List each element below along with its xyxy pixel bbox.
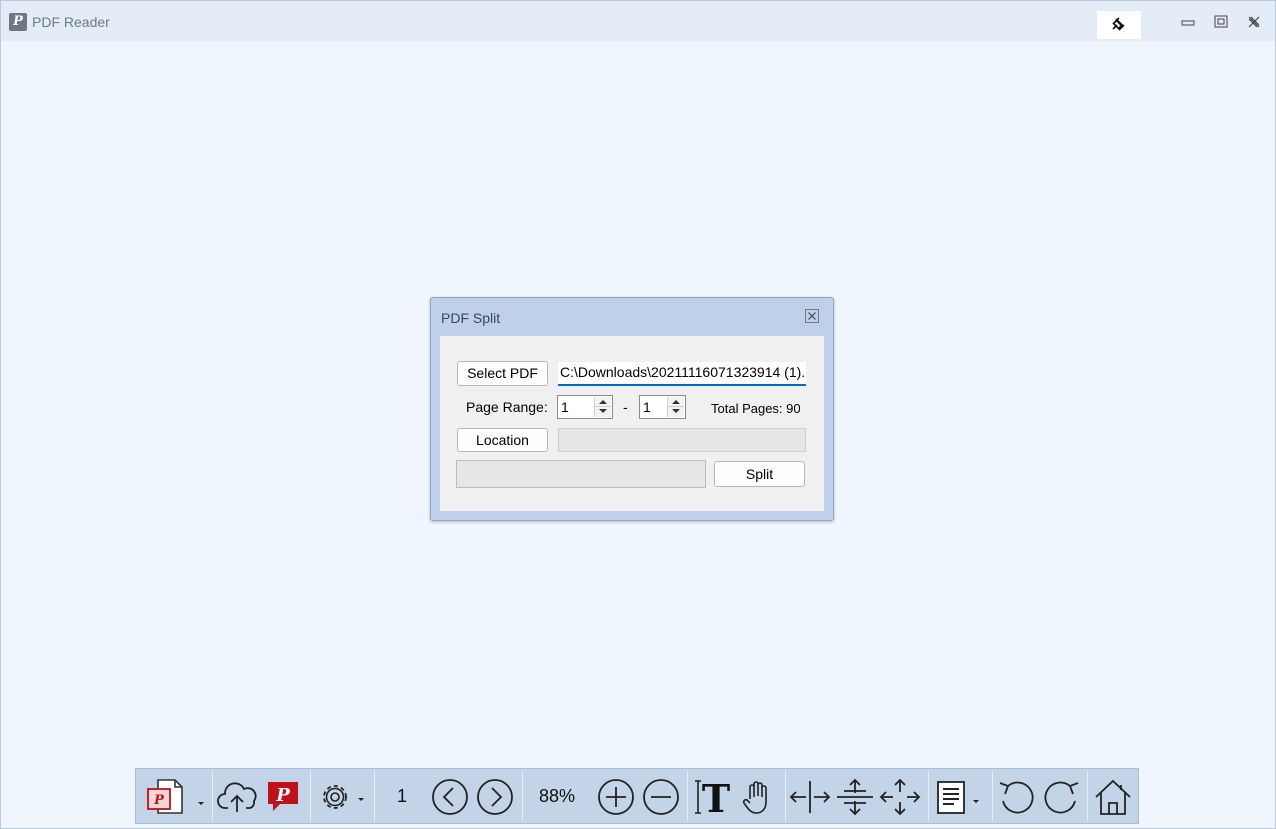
toolbar-separator [212, 771, 213, 821]
pdf-comment-button[interactable]: P [264, 777, 304, 817]
minimize-button[interactable] [1181, 15, 1195, 29]
dropdown-arrow-icon [198, 802, 204, 805]
fit-height-button[interactable] [834, 777, 876, 817]
open-dropdown-button[interactable] [194, 777, 208, 817]
settings-button[interactable] [314, 777, 368, 817]
split-button[interactable]: Split [714, 461, 805, 487]
fit-width-button[interactable] [788, 777, 832, 817]
spin-divider [595, 406, 611, 407]
spin-down-icon[interactable] [599, 409, 607, 413]
fit-page-icon [879, 778, 921, 816]
range-from-value: 1 [561, 399, 569, 415]
range-from-stepper[interactable]: 1 [557, 395, 613, 419]
pdf-path-field[interactable]: C:\Downloads\20211116071323914 (1).pdf [558, 362, 806, 386]
page-number-display[interactable]: 1 [397, 786, 407, 807]
pdf-file-icon: P [147, 779, 183, 814]
maximize-icon [1214, 15, 1228, 28]
home-button[interactable] [1092, 777, 1134, 817]
total-pages-label: Total Pages: 90 [711, 401, 801, 416]
toolbar-separator [785, 771, 786, 821]
toolbar-separator [992, 771, 993, 821]
dialog-body: Select PDF C:\Downloads\2021111607132391… [440, 336, 824, 511]
close-icon [805, 309, 819, 323]
spin-down-icon[interactable] [672, 409, 680, 413]
range-to-stepper[interactable]: 1 [639, 395, 686, 419]
gear-icon [323, 785, 364, 809]
text-select-icon: T [695, 777, 730, 817]
cloud-upload-icon [217, 782, 257, 812]
zoom-in-button[interactable] [596, 777, 636, 817]
dialog-title: PDF Split [441, 310, 501, 326]
close-icon [1248, 16, 1260, 28]
next-page-button[interactable] [475, 777, 515, 817]
pdf-split-dialog: PDF Split Select PDF C:\Downloads\202111… [430, 297, 834, 521]
select-pdf-button[interactable]: Select PDF [457, 361, 548, 386]
previous-page-icon [432, 779, 468, 815]
app-window: P PDF Reader PDF Split Select PDF C:\Dow… [0, 0, 1276, 829]
range-to-spin-buttons[interactable] [667, 397, 684, 417]
rotate-right-icon [1044, 781, 1079, 814]
close-button[interactable] [1247, 15, 1261, 29]
rotate-left-button[interactable] [996, 777, 1038, 817]
app-title: PDF Reader [32, 14, 110, 30]
fit-page-button[interactable] [878, 777, 922, 817]
dialog-close-button[interactable] [805, 309, 819, 323]
previous-page-button[interactable] [430, 777, 470, 817]
svg-text:P: P [153, 793, 165, 808]
home-icon [1095, 779, 1131, 815]
page-range-label: Page Range: [466, 399, 548, 415]
range-separator: - [623, 399, 628, 415]
page-view-button[interactable] [932, 777, 984, 817]
svg-text:T: T [702, 777, 730, 817]
open-pdf-button[interactable]: P [144, 777, 194, 817]
page-view-icon [937, 781, 979, 814]
location-field [558, 428, 806, 452]
toolbar-separator [687, 771, 688, 821]
range-from-spin-buttons[interactable] [594, 397, 611, 417]
app-logo-icon: P [9, 13, 27, 31]
spin-divider [668, 406, 684, 407]
hand-pan-icon [742, 781, 767, 814]
spin-up-icon[interactable] [599, 400, 607, 404]
toolbar-separator [1087, 771, 1088, 821]
text-select-button[interactable]: T [692, 777, 734, 817]
rotate-left-icon [999, 781, 1034, 814]
rotate-right-button[interactable] [1040, 777, 1082, 817]
fit-width-icon [789, 781, 831, 813]
minimize-icon [1181, 20, 1195, 26]
bottom-toolbar: P P 1 88% T [135, 768, 1139, 824]
zoom-out-icon [643, 779, 679, 815]
location-button[interactable]: Location [457, 428, 548, 452]
hand-pan-button[interactable] [738, 777, 778, 817]
svg-text:P: P [275, 785, 290, 806]
range-to-value: 1 [643, 399, 651, 415]
upload-button[interactable] [216, 777, 262, 817]
title-bar[interactable]: P PDF Reader [1, 1, 1275, 41]
maximize-button[interactable] [1214, 15, 1228, 29]
pdf-comment-icon: P [268, 782, 298, 811]
split-progress-bar [456, 460, 706, 488]
zoom-in-icon [598, 779, 634, 815]
pin-button[interactable] [1097, 11, 1141, 39]
zoom-level-display[interactable]: 88% [539, 786, 575, 807]
toolbar-separator [310, 771, 311, 821]
toolbar-separator [928, 771, 929, 821]
toolbar-separator [374, 771, 375, 821]
fit-height-icon [837, 778, 873, 816]
spin-up-icon[interactable] [672, 400, 680, 404]
zoom-out-button[interactable] [641, 777, 681, 817]
pin-icon [1112, 17, 1125, 31]
toolbar-separator [522, 771, 523, 821]
next-page-icon [477, 779, 513, 815]
